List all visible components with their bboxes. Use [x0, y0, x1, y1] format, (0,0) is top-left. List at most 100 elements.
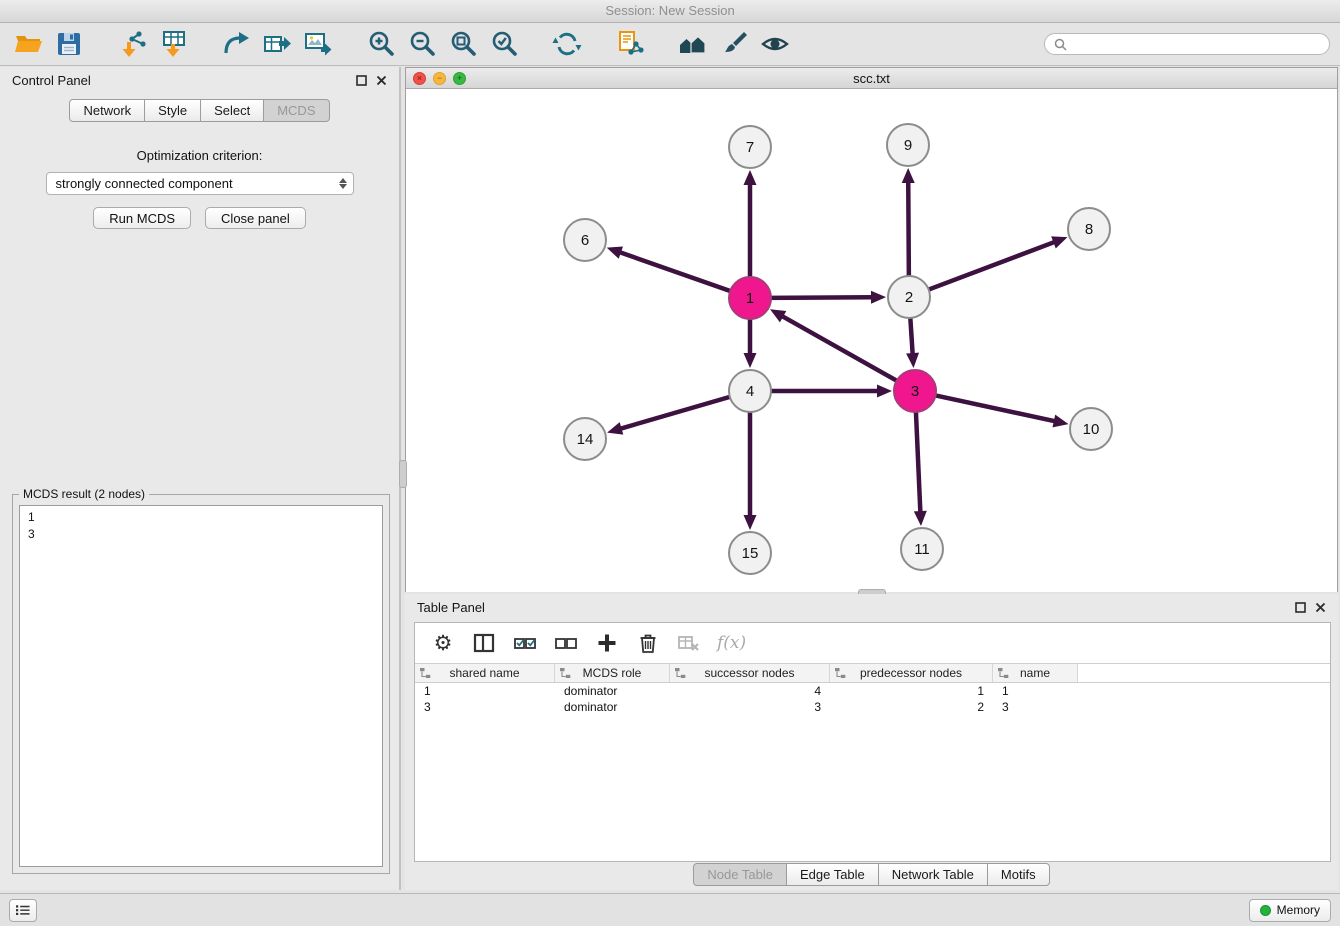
- export-table-button[interactable]: [259, 26, 295, 62]
- unselect-all-columns-button[interactable]: [553, 630, 579, 656]
- task-history-button[interactable]: [9, 899, 37, 922]
- graph-edge-3-1[interactable]: [770, 309, 897, 380]
- column-header-predecessor-nodes[interactable]: predecessor nodes: [830, 664, 993, 682]
- graph-node-3[interactable]: 3: [894, 370, 936, 412]
- table-panel-title: Table Panel: [417, 600, 485, 615]
- zoom-fit-button[interactable]: [445, 26, 481, 62]
- column-header-successor-nodes[interactable]: successor nodes: [670, 664, 830, 682]
- import-table-button[interactable]: [155, 26, 191, 62]
- table-header-row: shared nameMCDS rolesuccessor nodesprede…: [415, 663, 1330, 683]
- graph-node-15[interactable]: 15: [729, 532, 771, 574]
- table-cell: 3: [670, 699, 830, 715]
- tab-motifs[interactable]: Motifs: [987, 863, 1050, 886]
- graph-edge-1-4[interactable]: [744, 319, 757, 368]
- control-panel-title: Control Panel: [12, 73, 91, 88]
- show-hide-button[interactable]: [757, 26, 793, 62]
- refresh-button[interactable]: [549, 26, 585, 62]
- column-header-name[interactable]: name: [993, 664, 1078, 682]
- memory-button[interactable]: Memory: [1249, 899, 1331, 922]
- graph-edge-1-6[interactable]: [607, 246, 730, 291]
- graph-node-label: 14: [577, 431, 594, 448]
- table-cell: 4: [670, 683, 830, 699]
- graph-node-2[interactable]: 2: [888, 276, 930, 318]
- graph-node-4[interactable]: 4: [729, 370, 771, 412]
- optimization-select[interactable]: strongly connected component: [46, 172, 354, 195]
- graph-edge-4-15[interactable]: [744, 412, 757, 530]
- clone-network-button[interactable]: [612, 26, 648, 62]
- import-network-button[interactable]: [114, 26, 150, 62]
- close-table-panel-icon[interactable]: [1315, 602, 1326, 613]
- graph-node-7[interactable]: 7: [729, 126, 771, 168]
- graph-edge-3-10[interactable]: [936, 395, 1069, 427]
- window-titlebar[interactable]: Session: New Session: [0, 0, 1340, 23]
- tab-network[interactable]: Network: [69, 99, 145, 122]
- close-window-icon[interactable]: ×: [413, 72, 426, 85]
- search-box[interactable]: [1044, 33, 1330, 55]
- search-input[interactable]: [1072, 36, 1320, 52]
- float-table-panel-icon[interactable]: [1295, 602, 1306, 613]
- tab-mcds[interactable]: MCDS: [263, 99, 329, 122]
- houses-button[interactable]: [675, 26, 711, 62]
- minimize-window-icon[interactable]: −: [433, 72, 446, 85]
- open-folder-icon: [13, 29, 43, 59]
- export-image-button[interactable]: [300, 26, 336, 62]
- close-panel-icon[interactable]: [376, 75, 387, 86]
- mcds-result-list[interactable]: 13: [19, 505, 383, 867]
- graph-node-14[interactable]: 14: [564, 418, 606, 460]
- export-network-icon: [221, 29, 251, 59]
- table-row[interactable]: 1dominator411: [415, 683, 1330, 699]
- column-tree-icon: [419, 667, 431, 679]
- save-session-button[interactable]: [51, 26, 87, 62]
- zoom-fit-icon: [448, 29, 478, 59]
- create-column-button[interactable]: [594, 630, 620, 656]
- float-panel-icon[interactable]: [356, 75, 367, 86]
- table-cell: dominator: [555, 699, 670, 715]
- graph-node-6[interactable]: 6: [564, 219, 606, 261]
- zoom-in-button[interactable]: [363, 26, 399, 62]
- delete-table-icon: [677, 631, 701, 655]
- paintbrush-button[interactable]: [716, 26, 752, 62]
- tab-select[interactable]: Select: [200, 99, 264, 122]
- graph-node-label: 11: [914, 541, 930, 558]
- graph-edge-2-9[interactable]: [902, 168, 915, 276]
- graph-edge-1-7[interactable]: [744, 170, 757, 277]
- graph-edge-4-3[interactable]: [771, 385, 892, 398]
- mcds-result-item: 1: [28, 509, 374, 526]
- export-network-button[interactable]: [218, 26, 254, 62]
- tab-style[interactable]: Style: [144, 99, 201, 122]
- graph-edge-1-2[interactable]: [771, 291, 886, 304]
- graph-node-10[interactable]: 10: [1070, 408, 1112, 450]
- show-columns-button[interactable]: [471, 630, 497, 656]
- delete-column-button[interactable]: [635, 630, 661, 656]
- maximize-window-icon[interactable]: +: [453, 72, 466, 85]
- run-mcds-button[interactable]: Run MCDS: [93, 207, 191, 229]
- zoom-out-button[interactable]: [404, 26, 440, 62]
- checked-boxes-icon: [513, 631, 537, 655]
- tab-node-table[interactable]: Node Table: [693, 863, 787, 886]
- network-window-titlebar[interactable]: × − + scc.txt: [406, 68, 1337, 89]
- column-header-shared-name[interactable]: shared name: [415, 664, 555, 682]
- graph-edge-4-14[interactable]: [607, 397, 730, 435]
- mcds-result-item: 3: [28, 526, 374, 543]
- graph-edge-2-3[interactable]: [906, 318, 919, 368]
- tab-network-table[interactable]: Network Table: [878, 863, 988, 886]
- graph-node-1[interactable]: 1: [729, 277, 771, 319]
- select-arrows-icon: [339, 178, 347, 189]
- graph-edge-3-11[interactable]: [914, 412, 927, 526]
- table-settings-button[interactable]: ⚙: [430, 630, 456, 656]
- tab-edge-table[interactable]: Edge Table: [786, 863, 879, 886]
- close-panel-button[interactable]: Close panel: [205, 207, 306, 229]
- open-session-button[interactable]: [10, 26, 46, 62]
- select-all-columns-button[interactable]: [512, 630, 538, 656]
- graph-edge-2-8[interactable]: [929, 236, 1068, 289]
- vertical-splitter-grip[interactable]: [399, 460, 407, 488]
- refresh-icon: [552, 29, 582, 59]
- zoom-selected-button[interactable]: [486, 26, 522, 62]
- column-header-MCDS-role[interactable]: MCDS role: [555, 664, 670, 682]
- graph-node-9[interactable]: 9: [887, 124, 929, 166]
- graph-node-11[interactable]: 11: [901, 528, 943, 570]
- control-panel: Control Panel NetworkStyleSelectMCDS Opt…: [0, 67, 401, 890]
- graph-node-8[interactable]: 8: [1068, 208, 1110, 250]
- table-row[interactable]: 3dominator323: [415, 699, 1330, 715]
- network-canvas[interactable]: 7 9 6 8 1 2 4 3 14 10 15 11: [406, 89, 1337, 592]
